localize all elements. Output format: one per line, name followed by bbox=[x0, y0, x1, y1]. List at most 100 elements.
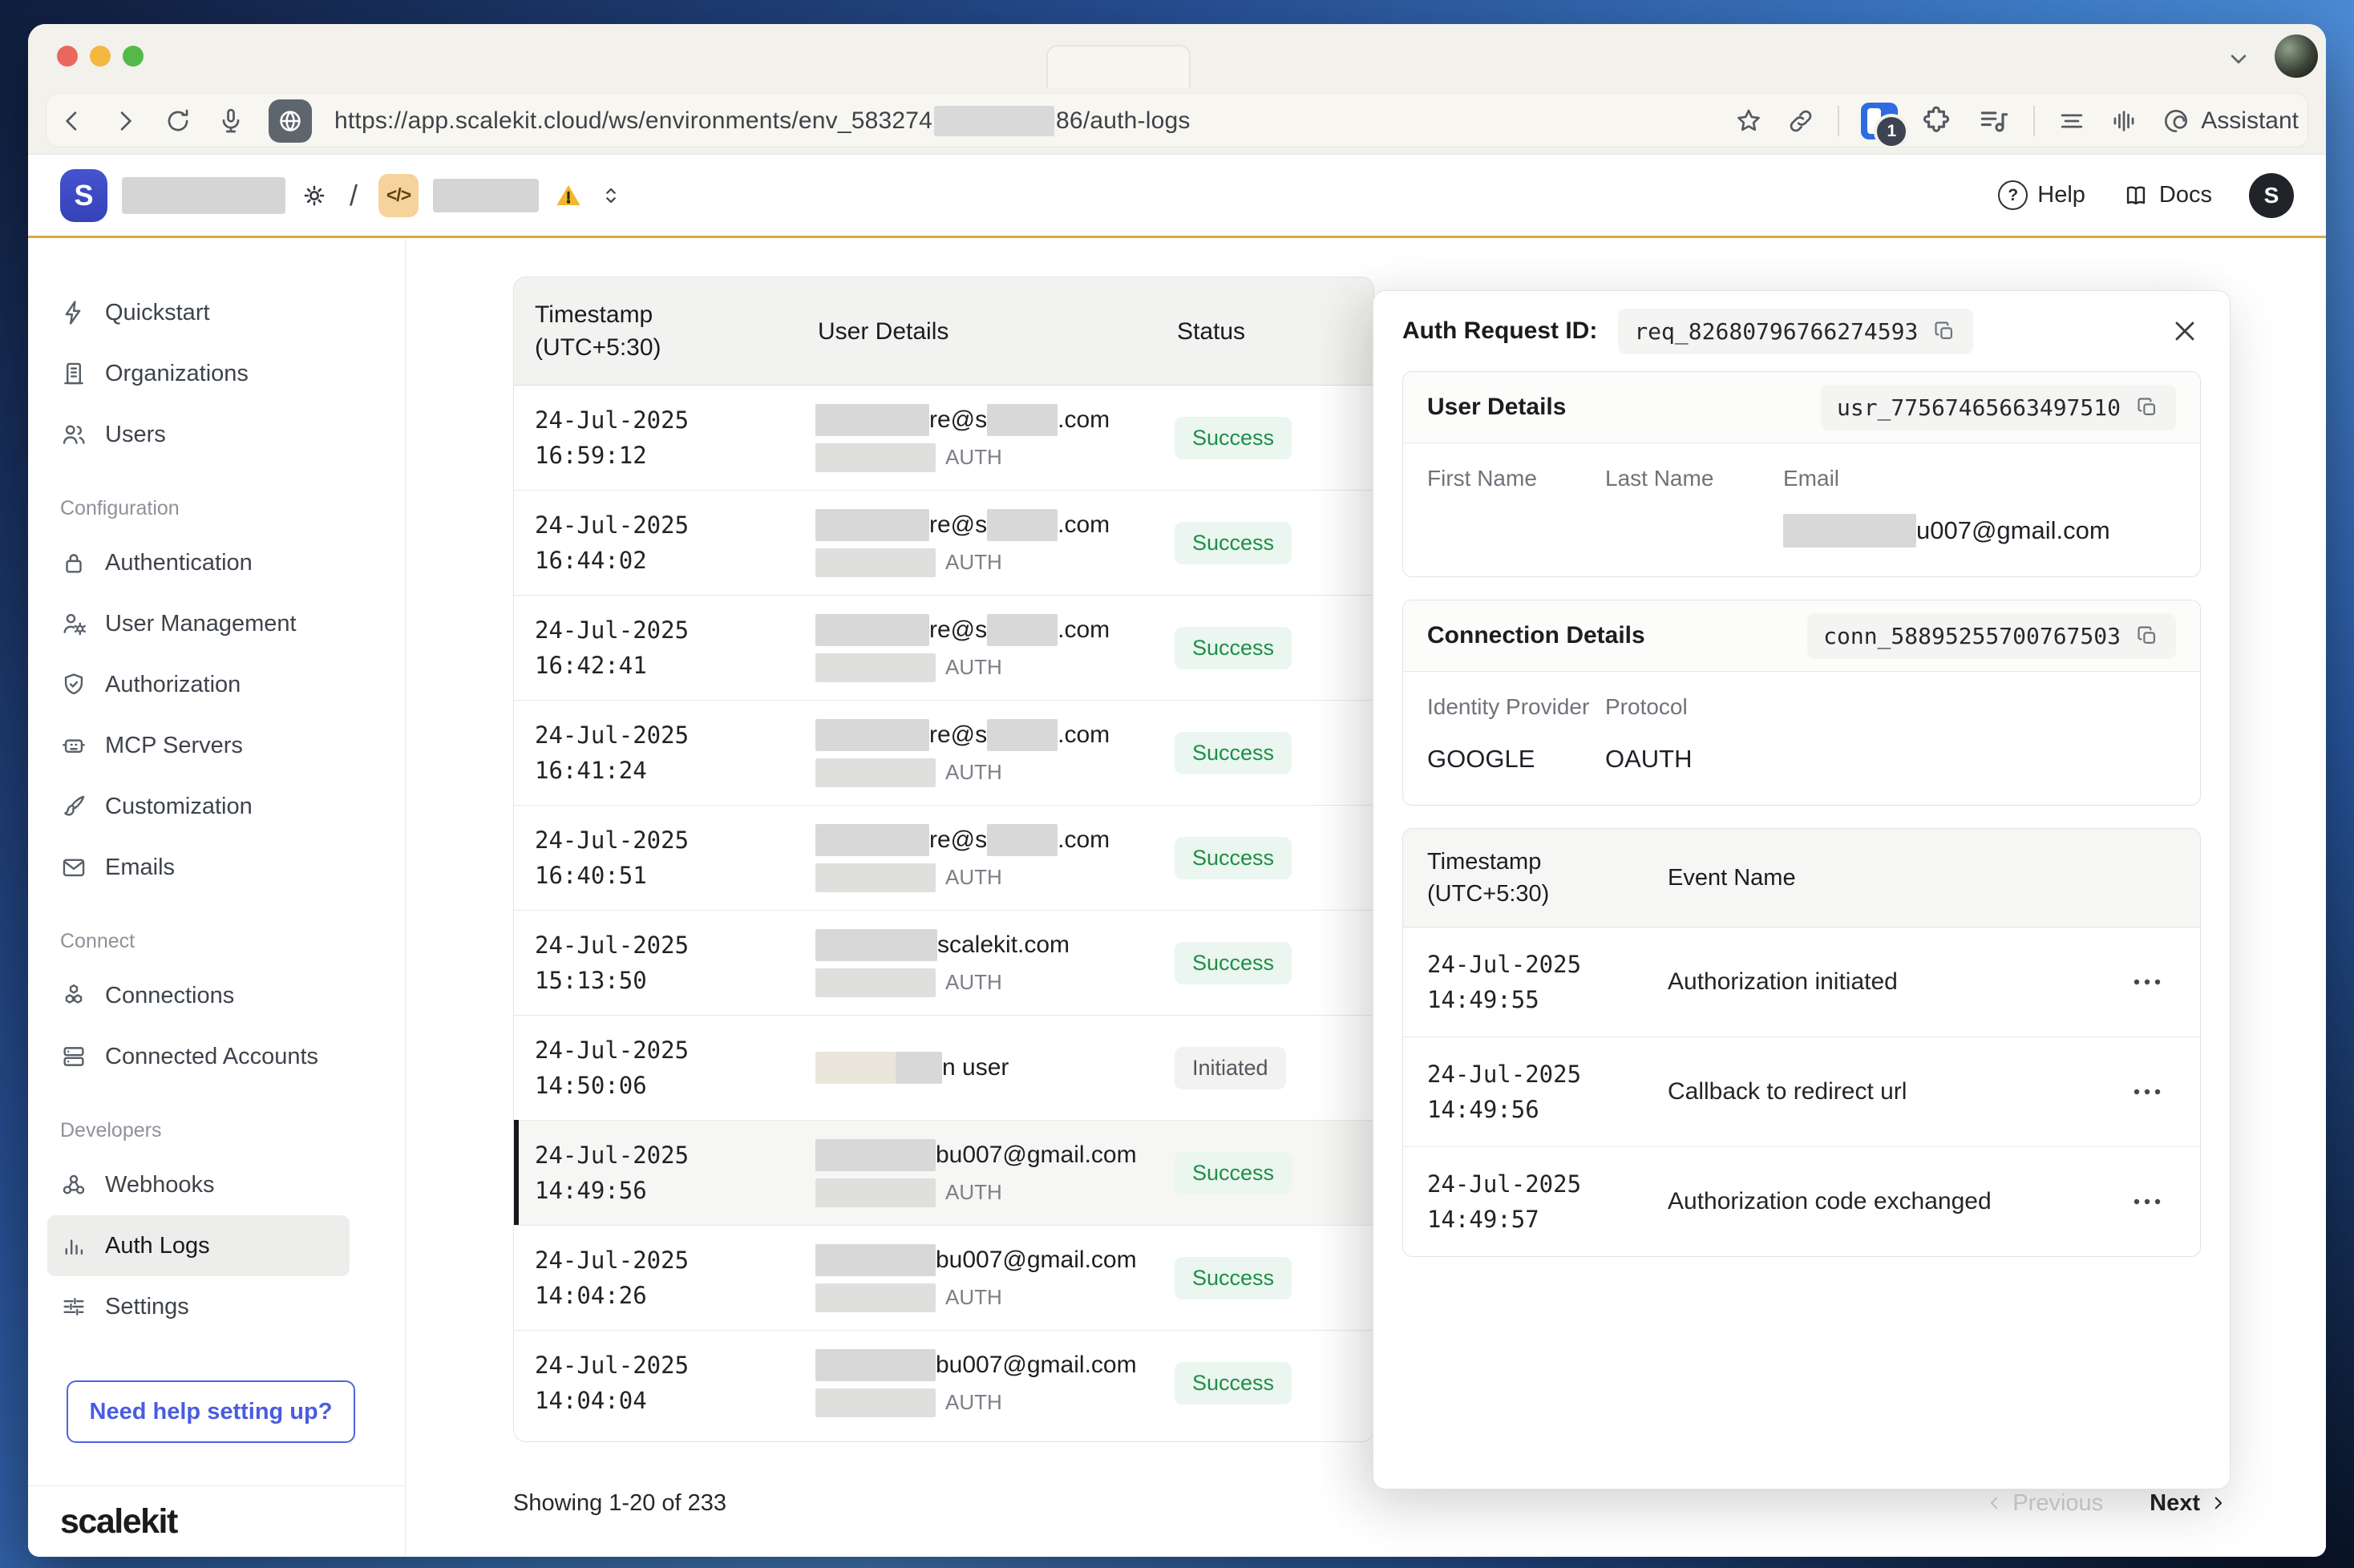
redacted-text bbox=[815, 719, 929, 751]
next-page-button[interactable]: Next bbox=[2150, 1490, 2229, 1517]
main-content: Timestamp (UTC+5:30) User Details Status… bbox=[406, 238, 2326, 1557]
bookmark-icon[interactable] bbox=[1733, 106, 1764, 136]
sidebar-item-authorization[interactable]: Authorization bbox=[28, 654, 405, 715]
log-row[interactable]: 24-Jul-202516:59:12re@s.comAUTHSuccess bbox=[514, 386, 1373, 490]
environment-badge[interactable]: </> bbox=[378, 174, 419, 217]
copy-user-id-button[interactable] bbox=[2135, 395, 2160, 420]
log-row[interactable]: 24-Jul-202514:04:26bu007@gmail.comAUTHSu… bbox=[514, 1225, 1373, 1330]
zap-icon bbox=[60, 299, 87, 326]
forward-button[interactable] bbox=[110, 106, 140, 136]
sidebar-item-auth-logs[interactable]: Auth Logs bbox=[47, 1215, 350, 1276]
password-manager-extension-icon[interactable]: 1 bbox=[1861, 103, 1898, 139]
log-row[interactable]: 24-Jul-202514:04:04bu007@gmail.comAUTHSu… bbox=[514, 1330, 1373, 1435]
help-button[interactable]: ? Help bbox=[1998, 180, 2085, 210]
log-user-line2: AUTH bbox=[815, 1388, 1156, 1417]
redacted-text bbox=[815, 1388, 936, 1417]
status-badge: Success bbox=[1175, 522, 1292, 564]
workspace-settings-gear-icon[interactable] bbox=[300, 181, 329, 210]
equalizer-icon[interactable] bbox=[2109, 106, 2139, 136]
browser-profile-avatar[interactable] bbox=[2275, 34, 2318, 78]
log-user-line1: bu007@gmail.com bbox=[815, 1349, 1156, 1381]
connection-details-card: Connection Details conn_5889525570076750… bbox=[1402, 600, 2201, 806]
redacted-text bbox=[815, 1244, 936, 1276]
event-row: 24-Jul-202514:49:56Callback to redirect … bbox=[1403, 1037, 2200, 1146]
extensions-icon[interactable] bbox=[1919, 103, 1955, 139]
copy-connection-id-button[interactable] bbox=[2135, 624, 2160, 649]
copy-request-id-button[interactable] bbox=[1932, 319, 1957, 344]
workspace-avatar[interactable]: S bbox=[60, 169, 107, 222]
previous-page-button[interactable]: Previous bbox=[1984, 1490, 2103, 1517]
sidebar-item-webhooks[interactable]: Webhooks bbox=[28, 1154, 405, 1215]
sidebar-item-organizations[interactable]: Organizations bbox=[28, 343, 405, 404]
reload-button[interactable] bbox=[163, 106, 193, 136]
text-fragment: .com bbox=[1058, 616, 1110, 644]
field-label: First Name bbox=[1427, 466, 1605, 491]
field-label: Email bbox=[1783, 466, 2110, 491]
event-timestamp-date: 24-Jul-2025 bbox=[1427, 1057, 1668, 1092]
field-value: u007@gmail.com bbox=[1783, 514, 2110, 548]
field-label: Protocol bbox=[1605, 694, 1783, 720]
log-row[interactable]: 24-Jul-202516:40:51re@s.comAUTHSuccess bbox=[514, 805, 1373, 910]
sidebar-section-label: Connect bbox=[28, 917, 405, 965]
zoom-window-button[interactable] bbox=[123, 46, 144, 67]
sidebar-item-connections[interactable]: Connections bbox=[28, 965, 405, 1026]
microphone-icon[interactable] bbox=[216, 106, 246, 136]
log-row[interactable]: 24-Jul-202516:42:41re@s.comAUTHSuccess bbox=[514, 595, 1373, 700]
bars-icon bbox=[60, 1232, 87, 1259]
sidebar-item-users[interactable]: Users bbox=[28, 404, 405, 465]
log-timestamp-date: 24-Jul-2025 bbox=[535, 1348, 797, 1383]
sidebar-item-mcp-servers[interactable]: MCP Servers bbox=[28, 715, 405, 776]
event-name: Callback to redirect url bbox=[1668, 1078, 2128, 1105]
log-row[interactable]: 24-Jul-202514:49:56bu007@gmail.comAUTHSu… bbox=[514, 1120, 1373, 1225]
shield-check-icon bbox=[60, 671, 87, 698]
sidebar-item-label: Customization bbox=[105, 794, 253, 820]
sidebar-item-customization[interactable]: Customization bbox=[28, 776, 405, 837]
event-menu-button[interactable] bbox=[2128, 1073, 2166, 1111]
copy-link-icon[interactable] bbox=[1786, 106, 1816, 136]
event-name: Authorization code exchanged bbox=[1668, 1188, 2128, 1215]
workspace-name-redacted bbox=[122, 177, 285, 214]
sidebar-item-connected-accounts[interactable]: Connected Accounts bbox=[28, 1026, 405, 1087]
assistant-button[interactable]: Assistant bbox=[2161, 106, 2299, 136]
close-panel-button[interactable] bbox=[2169, 315, 2201, 347]
close-window-button[interactable] bbox=[57, 46, 78, 67]
text-fragment: AUTH bbox=[945, 1390, 1002, 1415]
desktop-background: https://app.scalekit.cloud/ws/environmen… bbox=[0, 0, 2354, 1568]
sidebar-item-label: Authentication bbox=[105, 550, 253, 576]
sidebar-item-label: User Management bbox=[105, 611, 297, 637]
redacted-text bbox=[815, 509, 929, 541]
text-fragment: .com bbox=[1058, 511, 1110, 539]
text-fragment: re@s bbox=[929, 406, 987, 434]
text-fragment: AUTH bbox=[945, 970, 1002, 995]
extension-badge: 1 bbox=[1874, 114, 1909, 149]
text-fragment: .com bbox=[1058, 721, 1110, 749]
media-playlist-icon[interactable] bbox=[1976, 103, 2012, 139]
chevron-down-icon[interactable] bbox=[2223, 43, 2254, 74]
sidebar-footer: scalekit bbox=[28, 1485, 405, 1557]
minimize-window-button[interactable] bbox=[90, 46, 111, 67]
log-row[interactable]: 24-Jul-202516:44:02re@s.comAUTHSuccess bbox=[514, 490, 1373, 595]
sidebar-item-emails[interactable]: Emails bbox=[28, 837, 405, 898]
url-bar[interactable]: https://app.scalekit.cloud/ws/environmen… bbox=[334, 106, 1191, 136]
event-menu-button[interactable] bbox=[2128, 963, 2166, 1001]
org-icon bbox=[60, 360, 87, 387]
need-help-button[interactable]: Need help setting up? bbox=[67, 1380, 355, 1443]
back-button[interactable] bbox=[57, 106, 87, 136]
sidebar-item-authentication[interactable]: Authentication bbox=[28, 532, 405, 593]
log-row[interactable]: 24-Jul-202514:50:06n userInitiated bbox=[514, 1015, 1373, 1120]
brush-icon bbox=[60, 793, 87, 820]
auth-request-id-value: req_82680796766274593 bbox=[1634, 318, 1918, 345]
menu-icon[interactable] bbox=[2057, 106, 2087, 136]
redacted-text bbox=[815, 548, 936, 577]
log-row[interactable]: 24-Jul-202515:13:50scalekit.comAUTHSucce… bbox=[514, 910, 1373, 1015]
docs-button[interactable]: Docs bbox=[2122, 182, 2212, 209]
log-row[interactable]: 24-Jul-202516:41:24re@s.comAUTHSuccess bbox=[514, 700, 1373, 805]
sidebar-item-user-management[interactable]: User Management bbox=[28, 593, 405, 654]
user-avatar[interactable]: S bbox=[2249, 173, 2294, 218]
sidebar-item-settings[interactable]: Settings bbox=[28, 1276, 405, 1337]
text-fragment: AUTH bbox=[945, 445, 1002, 470]
event-menu-button[interactable] bbox=[2128, 1182, 2166, 1221]
environment-selector-chevrons-icon[interactable] bbox=[598, 183, 624, 208]
sidebar-item-quickstart[interactable]: Quickstart bbox=[28, 282, 405, 343]
redacted-text bbox=[815, 614, 929, 646]
